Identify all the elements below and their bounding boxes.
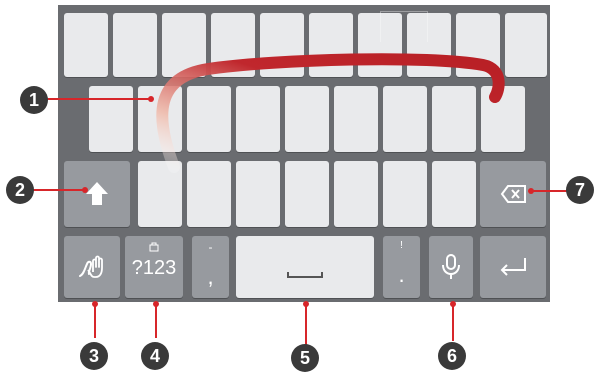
enter-icon: [500, 258, 526, 276]
letter-key[interactable]: [187, 86, 231, 152]
callout-5-dot: [303, 301, 309, 307]
callout-4-line: [155, 303, 157, 338]
backspace-icon: [500, 185, 526, 203]
letter-key[interactable]: [211, 13, 255, 77]
letter-key[interactable]: [162, 13, 206, 77]
letter-key[interactable]: [432, 86, 476, 152]
callout-2-dot: [82, 187, 88, 193]
letter-key[interactable]: [432, 161, 476, 227]
letter-key[interactable]: [260, 13, 304, 77]
callout-3-dot: [92, 301, 98, 307]
letter-key[interactable]: [89, 86, 133, 152]
letter-key[interactable]: [64, 13, 108, 77]
callout-6-dot: [450, 301, 456, 307]
callout-4: 4: [141, 342, 169, 370]
enter-key[interactable]: [480, 236, 546, 298]
callout-6-line: [452, 303, 454, 341]
letter-key[interactable]: [383, 161, 427, 227]
callout-5: 5: [291, 344, 319, 372]
keyboard-panel: ?123 - , ! .: [58, 5, 550, 302]
comma-key[interactable]: - ,: [192, 236, 229, 298]
letter-key[interactable]: [236, 161, 280, 227]
callout-2-line: [30, 189, 85, 191]
handwriting-icon: [79, 255, 103, 278]
letter-key[interactable]: [285, 161, 329, 227]
callout-3: 3: [80, 342, 108, 370]
letter-key[interactable]: [236, 86, 280, 152]
space-key[interactable]: [236, 236, 374, 298]
letter-key[interactable]: [285, 86, 329, 152]
letter-key[interactable]: [187, 161, 231, 227]
callout-7: 7: [566, 176, 594, 204]
comma-key-alt: -: [208, 240, 213, 254]
callout-7-line: [530, 190, 570, 192]
clipboard-icon: [149, 242, 159, 252]
period-key-alt: !: [400, 240, 403, 251]
callout-3-line: [94, 303, 96, 338]
callout-6: 6: [438, 342, 466, 370]
symbols-key-label: ?123: [131, 257, 177, 279]
callout-5-line: [305, 303, 307, 345]
callout-1-dot: [148, 96, 154, 102]
period-key[interactable]: ! .: [383, 236, 420, 298]
period-key-label: .: [398, 262, 405, 287]
voice-input-key[interactable]: [429, 236, 473, 298]
callout-4-dot: [153, 301, 159, 307]
spacebar-icon: [287, 272, 323, 278]
shift-key[interactable]: [64, 161, 130, 227]
letter-key[interactable]: [309, 13, 353, 77]
callout-7-dot: [528, 188, 534, 194]
comma-key-label: ,: [207, 264, 214, 289]
callout-1: 1: [20, 86, 48, 114]
letter-key[interactable]: [334, 161, 378, 227]
shift-icon: [86, 182, 108, 205]
backspace-key[interactable]: [480, 161, 546, 227]
callout-1-line: [42, 98, 152, 100]
letter-key[interactable]: [138, 161, 182, 227]
letter-key[interactable]: [481, 86, 525, 152]
symbols-key[interactable]: ?123: [125, 236, 183, 298]
letter-key[interactable]: [383, 86, 427, 152]
callout-2: 2: [6, 176, 34, 204]
letter-key[interactable]: [456, 13, 500, 77]
letter-key[interactable]: [138, 86, 182, 152]
letter-key[interactable]: [113, 13, 157, 77]
microphone-icon: [442, 254, 460, 279]
key-preview-outline: [380, 11, 428, 42]
handwriting-key[interactable]: [64, 236, 120, 298]
letter-key[interactable]: [334, 86, 378, 152]
letter-key[interactable]: [505, 13, 547, 77]
